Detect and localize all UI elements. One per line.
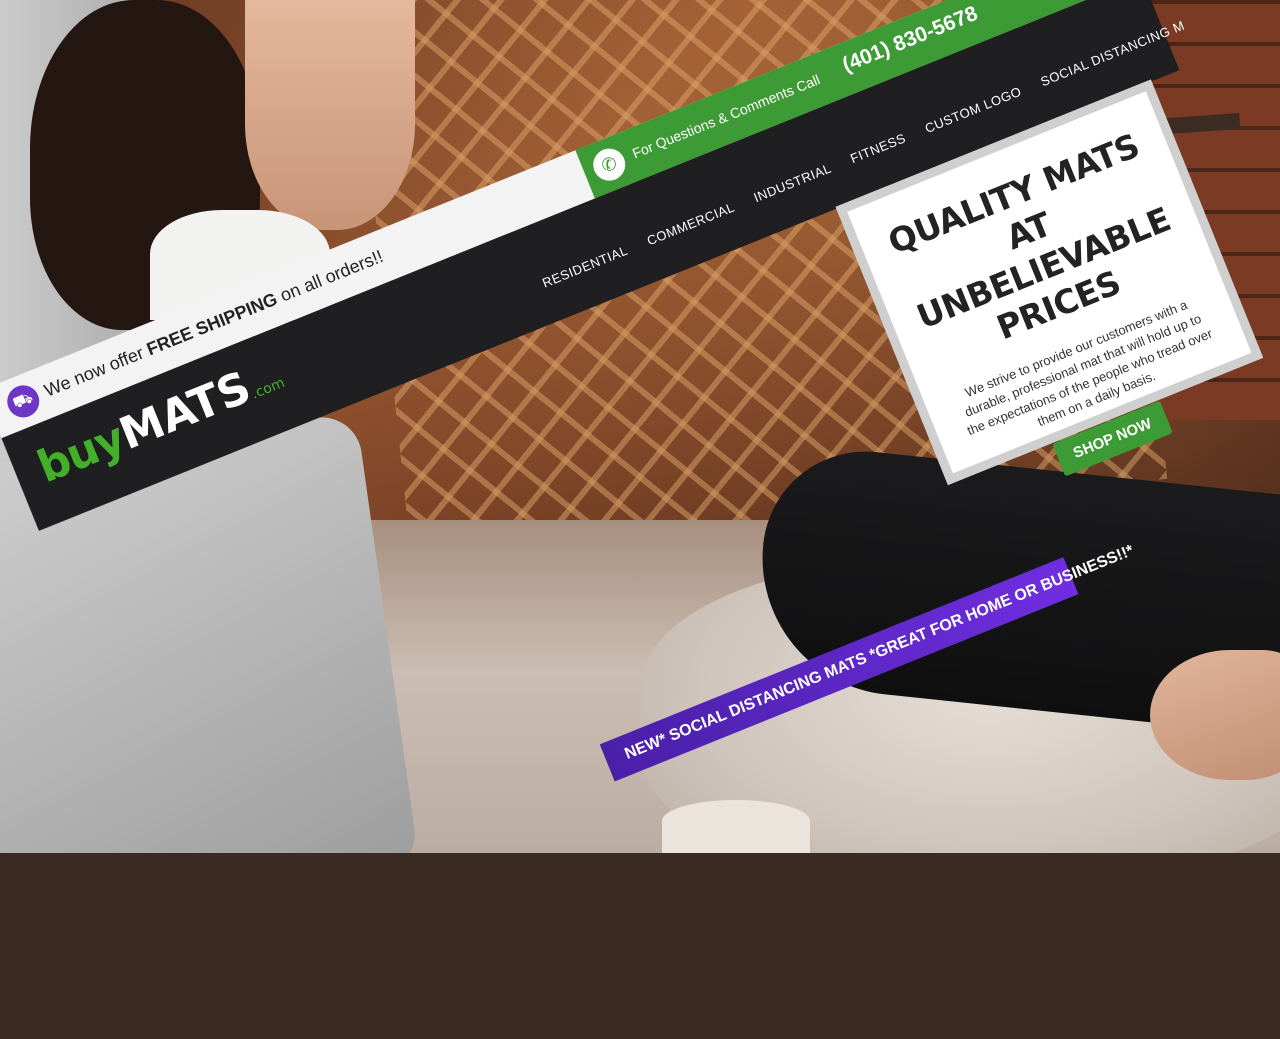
nav-item-industrial[interactable]: INDUSTRIAL	[751, 160, 833, 205]
phone-icon[interactable]: ✆	[588, 143, 631, 186]
nav-item-fitness[interactable]: FITNESS	[848, 130, 908, 166]
nav-item-custom-logo[interactable]: CUSTOM LOGO	[923, 84, 1024, 136]
nav-item-commercial[interactable]: COMMERCIAL	[645, 200, 737, 249]
background-person-face	[245, 0, 415, 230]
truck-icon: ⛟	[2, 380, 45, 423]
nav-item-residential[interactable]: RESIDENTIAL	[540, 243, 630, 291]
logo-com: .com	[249, 374, 288, 403]
